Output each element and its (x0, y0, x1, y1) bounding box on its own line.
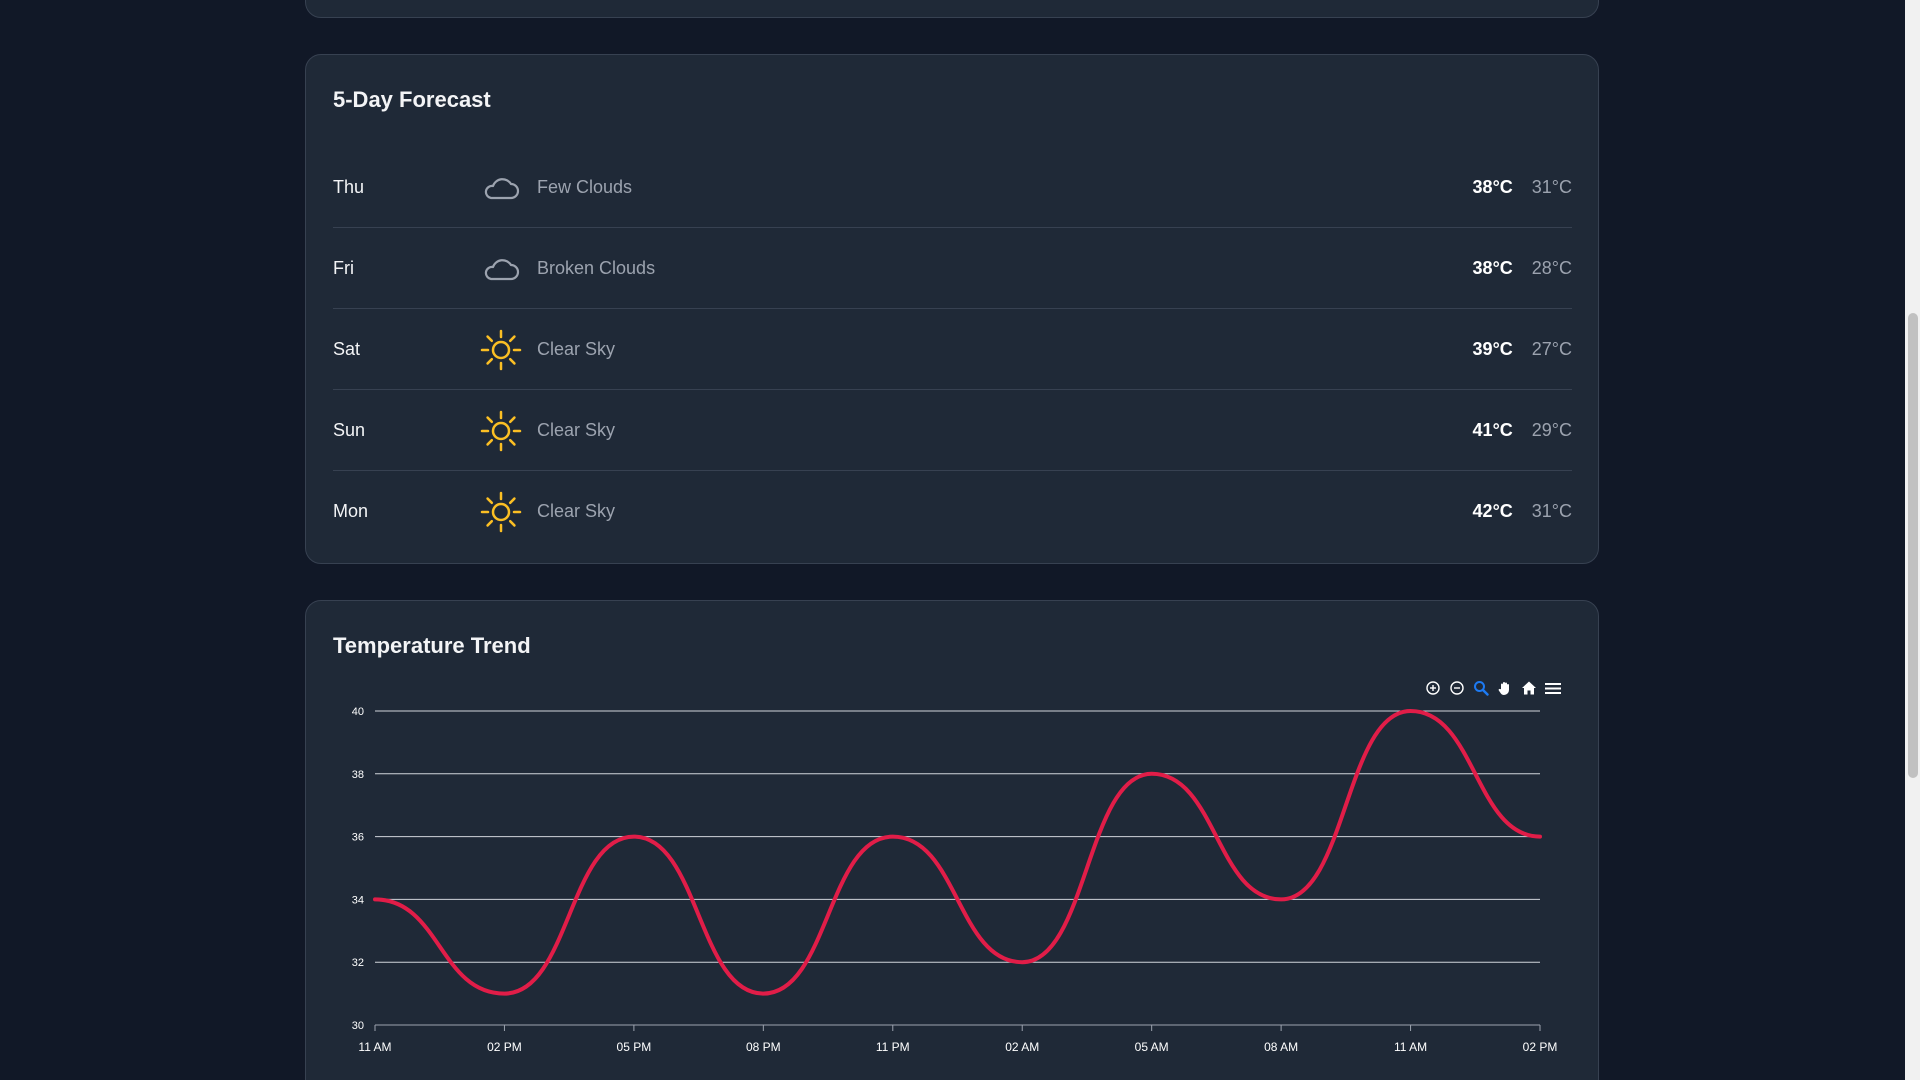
x-tick-label: 08 PM (746, 1040, 781, 1054)
y-tick-label: 36 (352, 832, 364, 844)
temperature-series-line (373, 708, 1542, 996)
weather-page: 5-Day Forecast Thu Few Clouds 38°C 31°C … (0, 0, 1920, 1080)
scrollbar[interactable] (1905, 0, 1920, 1080)
y-tick-label: 40 (352, 706, 364, 718)
y-tick-label: 30 (352, 1020, 364, 1032)
x-tick-label: 11 AM (358, 1040, 391, 1054)
temperature-chart: 30 32 34 36 38 40 11 AM 02 PM 05 PM 08 PM 11 PM 02 … (352, 706, 1558, 1054)
x-tick-label: 02 AM (1005, 1040, 1039, 1054)
x-tick-label: 11 PM (876, 1040, 910, 1054)
y-tick-label: 38 (352, 769, 364, 781)
x-tick-label: 02 PM (487, 1040, 522, 1054)
x-tick-label: 08 AM (1264, 1040, 1298, 1054)
x-tick-label: 05 PM (617, 1040, 652, 1054)
x-tick-label: 02 PM (1523, 1040, 1558, 1054)
scrollbar-thumb[interactable] (1908, 313, 1918, 778)
y-tick-label: 32 (352, 957, 364, 969)
y-tick-label: 34 (352, 894, 364, 906)
x-tick-label: 11 AM (1394, 1040, 1427, 1054)
x-tick-label: 05 AM (1135, 1040, 1169, 1054)
